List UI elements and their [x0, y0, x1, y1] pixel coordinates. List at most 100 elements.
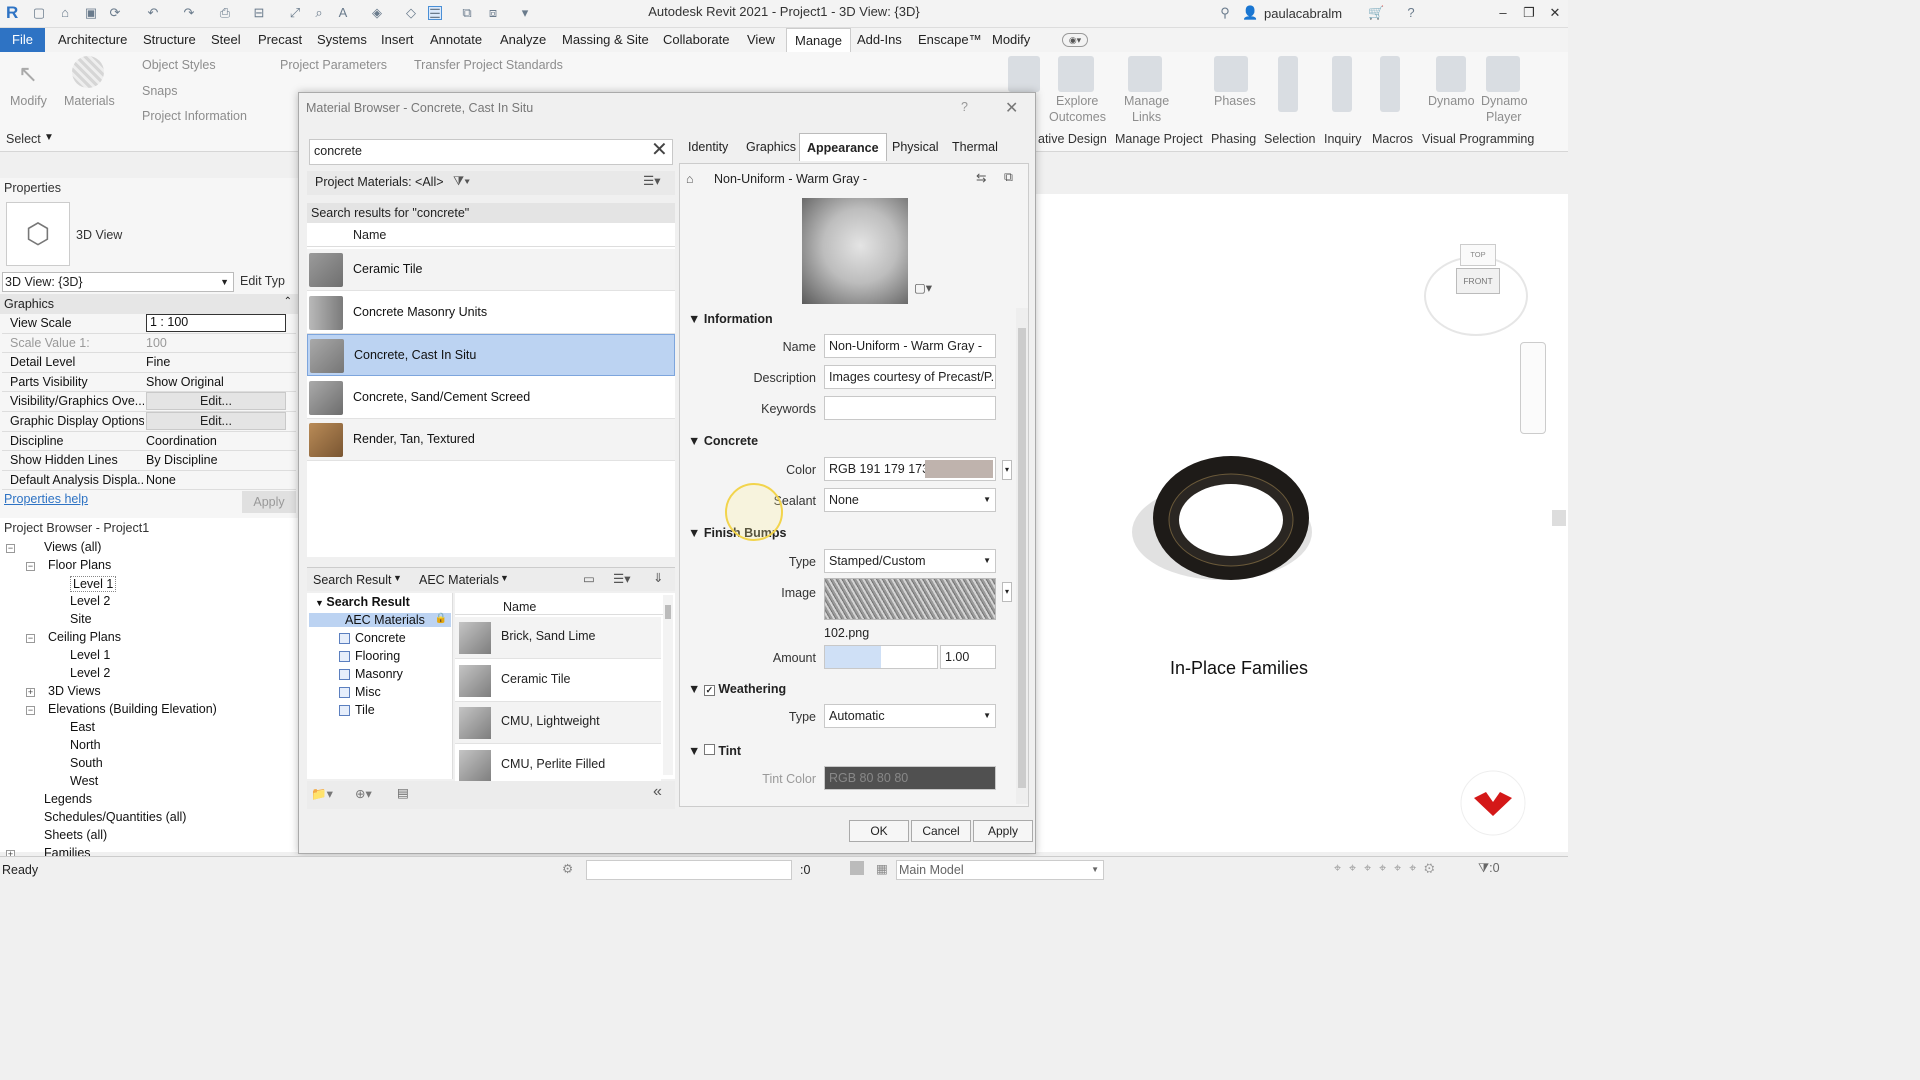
workset-select[interactable] — [586, 860, 792, 880]
amount-slider[interactable] — [824, 645, 938, 669]
tint-color-field[interactable]: RGB 80 80 80 — [824, 766, 996, 790]
edit-type-button[interactable]: Edit Typ — [240, 274, 285, 288]
contextual-toggle-icon[interactable]: ◉▾ — [1062, 33, 1088, 47]
browser-node[interactable]: Floor Plans — [48, 558, 111, 572]
infocenter-icon[interactable]: ⚲ — [1218, 6, 1232, 20]
type-selector[interactable]: 3D View: {3D} ▼ — [2, 272, 234, 292]
bump-image-thumbnail[interactable] — [824, 578, 996, 620]
selection-options-icons[interactable]: ⌖⌖⌖⌖⌖⌖⚙ — [1334, 861, 1442, 876]
collapse-icon[interactable]: − — [6, 544, 15, 553]
property-row[interactable]: Scale Value 1: 100 — [2, 334, 296, 354]
inquiry-icon[interactable] — [1332, 56, 1352, 112]
name-column-header[interactable]: Name — [307, 223, 675, 247]
manage-links-icon[interactable] — [1128, 56, 1162, 92]
keywords-field[interactable] — [824, 396, 996, 420]
tab-identity[interactable]: Identity — [681, 133, 735, 161]
materials-icon[interactable] — [72, 56, 104, 88]
viewcube[interactable]: TOP FRONT — [1424, 244, 1528, 336]
tab-systems[interactable]: Systems — [309, 28, 375, 52]
property-row[interactable]: Detail Level Fine — [2, 353, 296, 373]
tab-enscape[interactable]: Enscape™ — [910, 28, 990, 52]
browser-node[interactable]: Views (all) — [44, 540, 101, 554]
phases-button[interactable]: Phases — [1214, 94, 1256, 108]
snaps-button[interactable]: Snaps — [142, 84, 177, 98]
library-tree-node[interactable]: Concrete — [335, 631, 406, 645]
edit-button[interactable]: Edit... — [146, 412, 286, 430]
library-name-header[interactable]: Name — [455, 595, 665, 615]
brand-badge-icon[interactable] — [1460, 770, 1526, 836]
clear-search-icon[interactable]: ✕ — [651, 137, 668, 162]
browser-node[interactable]: Level 2 — [70, 594, 110, 608]
library-item-row[interactable]: Ceramic Tile — [455, 659, 661, 702]
collapse-icon[interactable]: − — [26, 562, 35, 571]
tab-thermal[interactable]: Thermal — [945, 133, 1005, 161]
close-window-icon[interactable]: ✕ — [1548, 6, 1562, 20]
list-view-options-icon[interactable]: ☰▾ — [643, 173, 660, 188]
information-section[interactable]: ▼ Information — [688, 312, 773, 326]
property-row[interactable]: Parts Visibility Show Original — [2, 373, 296, 393]
generative-design-icon[interactable] — [1008, 56, 1040, 92]
tab-physical[interactable]: Physical — [885, 133, 946, 161]
property-row[interactable]: Graphic Display Options Edit... — [2, 412, 296, 432]
replace-asset-icon[interactable]: ⇆ — [976, 170, 986, 185]
select-dropdown-icon[interactable]: ▼ — [44, 132, 54, 143]
preview-options-icon[interactable]: ▢▾ — [914, 280, 932, 295]
property-value[interactable]: By Discipline — [146, 453, 218, 467]
breadcrumb-aec-materials[interactable]: AEC Materials — [419, 573, 499, 587]
breadcrumb-search-result[interactable]: Search Result — [313, 573, 392, 587]
browser-node[interactable]: North — [70, 738, 101, 752]
browser-node[interactable]: West — [70, 774, 98, 788]
transfer-standards-button[interactable]: Transfer Project Standards — [414, 58, 563, 72]
explore-outcomes-icon[interactable] — [1058, 56, 1094, 92]
manage-links-label-2[interactable]: Links — [1132, 110, 1161, 124]
restore-icon[interactable]: ❐ — [1522, 6, 1536, 20]
apply-button[interactable]: Apply — [973, 820, 1033, 842]
property-row[interactable]: Visibility/Graphics Ove... Edit... — [2, 392, 296, 412]
property-row[interactable]: Discipline Coordination — [2, 432, 296, 452]
cancel-button[interactable]: Cancel — [911, 820, 971, 842]
cart-icon[interactable]: 🛒 — [1368, 6, 1384, 20]
manage-links-label-1[interactable]: Manage — [1124, 94, 1169, 108]
tab-precast[interactable]: Precast — [250, 28, 310, 52]
graphics-group-header[interactable]: Graphics ⌃ — [0, 294, 298, 314]
library-list-view-icon[interactable]: ☰▾ — [613, 571, 630, 586]
library-tree-node[interactable]: Misc — [335, 685, 381, 699]
property-value[interactable]: Show Original — [146, 375, 224, 389]
tab-collaborate[interactable]: Collaborate — [655, 28, 738, 52]
material-row[interactable]: Render, Tan, Textured — [307, 419, 675, 461]
dynamo-icon[interactable] — [1436, 56, 1466, 92]
browser-node[interactable]: Schedules/Quantities (all) — [44, 810, 186, 824]
color-options-icon[interactable]: ▾ — [1002, 460, 1012, 480]
asset-name-field[interactable]: Non-Uniform - Warm Gray - — [824, 334, 996, 358]
bump-type-select[interactable]: Stamped/Custom ▼ — [824, 549, 996, 573]
browser-node[interactable]: Level 1 — [70, 648, 110, 662]
dialog-close-icon[interactable]: ✕ — [1005, 98, 1018, 118]
filter-status-icon[interactable]: ⧩:0 — [1478, 861, 1500, 876]
tab-steel[interactable]: Steel — [203, 28, 249, 52]
library-tree-node[interactable]: AEC Materials 🔒 — [309, 613, 451, 627]
tab-insert[interactable]: Insert — [373, 28, 422, 52]
modify-button[interactable]: Modify — [10, 94, 47, 108]
ok-button[interactable]: OK — [849, 820, 909, 842]
weathering-type-select[interactable]: Automatic ▼ — [824, 704, 996, 728]
property-row[interactable]: View Scale 1 : 100 — [2, 314, 296, 334]
appearance-scroll-thumb[interactable] — [1018, 328, 1026, 788]
create-material-icon[interactable]: 📁▾ — [311, 786, 333, 802]
navigation-bar[interactable] — [1520, 342, 1546, 434]
edit-button[interactable]: Edit... — [146, 392, 286, 411]
tab-appearance[interactable]: Appearance — [799, 133, 887, 161]
tint-section[interactable]: ▼ Tint — [688, 744, 741, 758]
filter-icon[interactable]: ⧩▾ — [453, 174, 470, 189]
browser-node[interactable]: Legends — [44, 792, 92, 806]
dialog-help-icon[interactable]: ? — [961, 100, 968, 114]
browser-node[interactable]: Level 1 — [70, 576, 117, 592]
library-scroll-thumb[interactable] — [665, 605, 671, 619]
tab-manage[interactable]: Manage — [786, 28, 851, 52]
ring-model[interactable] — [1126, 450, 1326, 590]
appearance-scrollbar[interactable] — [1016, 308, 1028, 804]
description-field[interactable]: Images courtesy of Precast/P... — [824, 365, 996, 389]
property-row[interactable]: Default Analysis Displa... None — [2, 471, 296, 491]
tint-checkbox[interactable] — [703, 744, 715, 755]
library-item-row[interactable]: CMU, Lightweight — [455, 702, 661, 744]
library-tree-node[interactable]: Tile — [335, 703, 375, 717]
